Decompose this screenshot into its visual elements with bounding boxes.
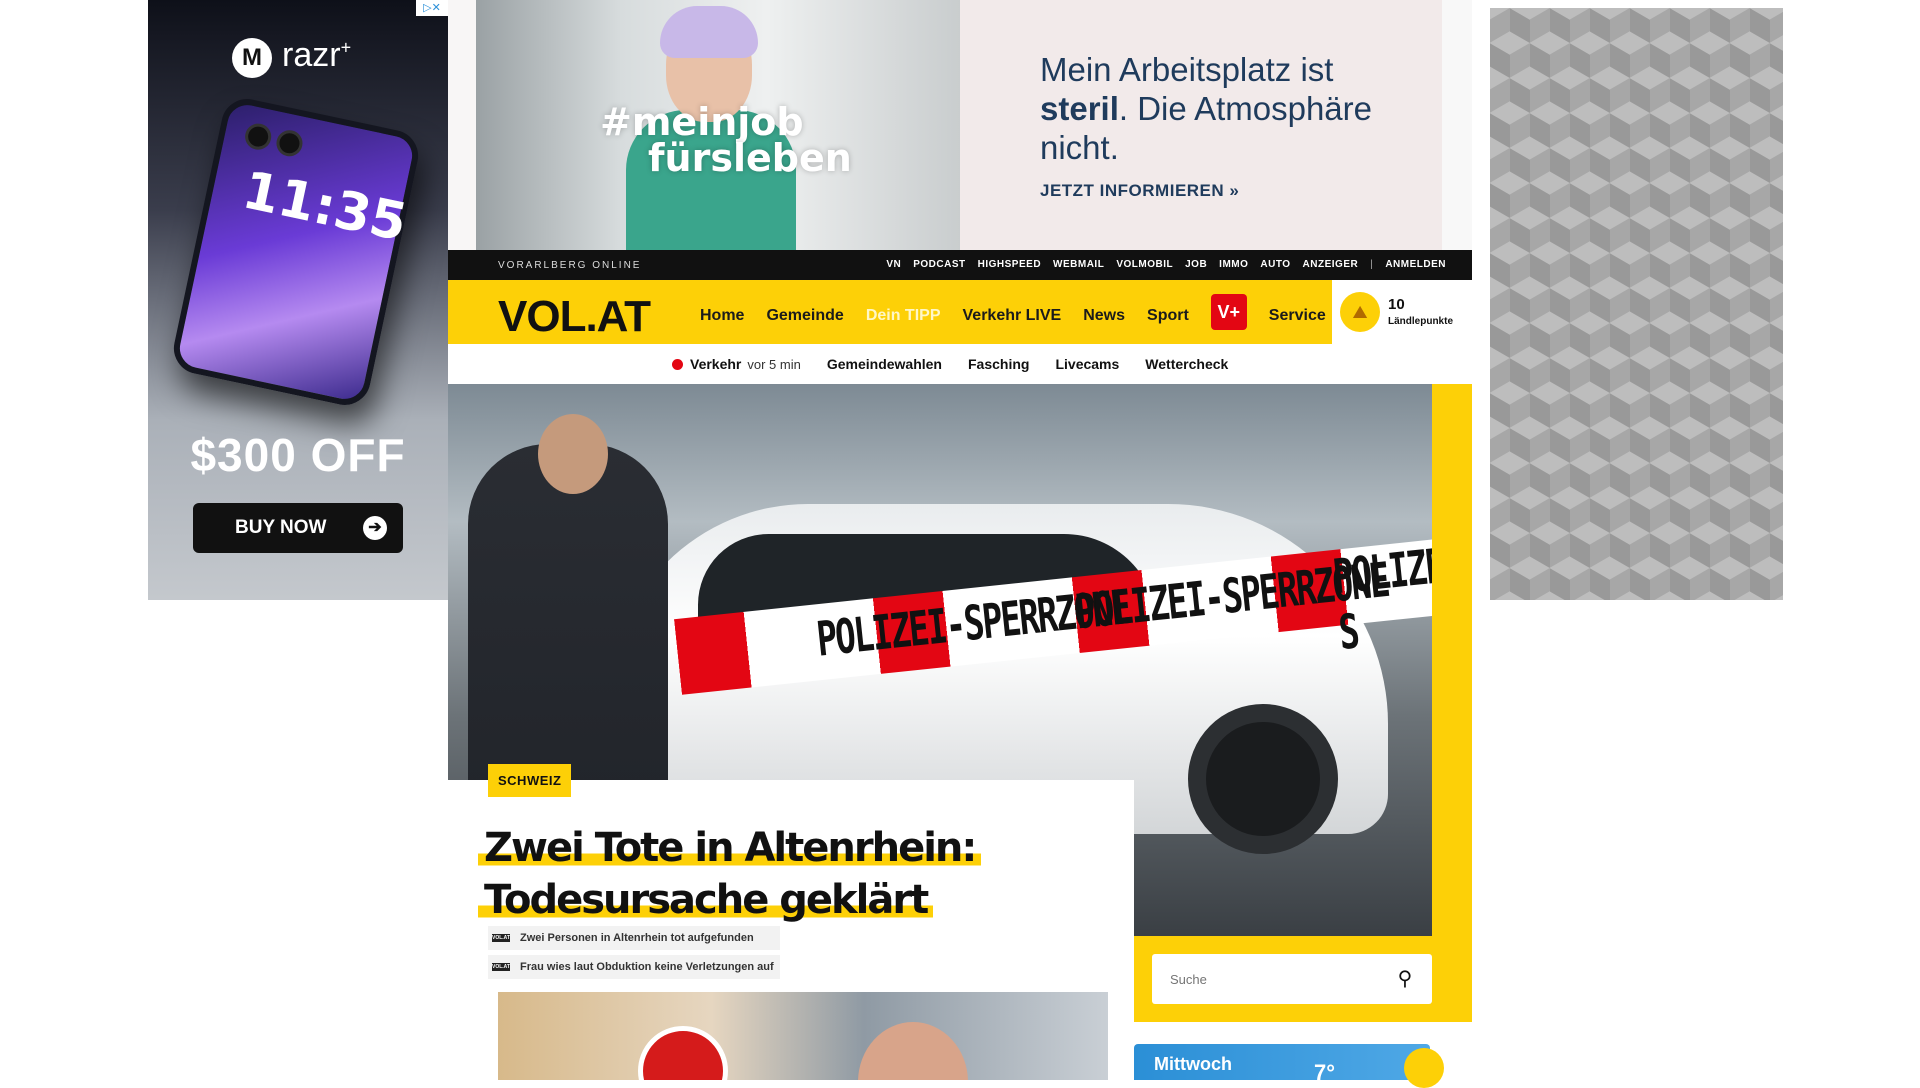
nav-items: Home Gemeinde Dein TIPP Verkehr LIVE New… xyxy=(700,294,1326,330)
phone-time: 11:35 xyxy=(237,160,412,254)
arrow-right-icon: ➔ xyxy=(363,516,387,540)
site-logo[interactable]: VOL.AT xyxy=(498,292,651,342)
weather-widget[interactable]: Mittwoch 7° xyxy=(1134,1044,1444,1088)
buy-now-label: BUY NOW xyxy=(235,517,327,538)
buy-now-button[interactable]: BUY NOW ➔ xyxy=(193,503,403,553)
utility-link-immo[interactable]: IMMO xyxy=(1219,259,1248,270)
related-link[interactable]: VOL.AT Frau wies laut Obduktion keine Ve… xyxy=(488,955,780,979)
subnav-item-verkehr[interactable]: Verkehr xyxy=(690,356,741,372)
search-icon[interactable]: ⚲ xyxy=(1390,964,1420,994)
hero-side-band xyxy=(1432,384,1472,936)
ad-cta-link[interactable]: JETZT INFORMIEREN » xyxy=(1040,181,1239,201)
nav-item-service[interactable]: Service xyxy=(1269,307,1326,325)
sub-navigation: Verkehr vor 5 min Gemeindewahlen Faschin… xyxy=(448,344,1472,384)
utility-link-podcast[interactable]: PODCAST xyxy=(913,259,965,270)
utility-links: VN PODCAST HIGHSPEED WEBMAIL VOLMOBIL JO… xyxy=(886,259,1446,270)
vplus-icon[interactable]: V+ xyxy=(1210,294,1247,330)
weather-day: Mittwoch xyxy=(1154,1054,1232,1074)
related-link-label: Frau wies laut Obduktion keine Verletzun… xyxy=(520,961,774,973)
ad-brand: razr+ xyxy=(282,36,352,74)
laendlepunkte-widget[interactable]: ⛰ 10 Ländlepunkte xyxy=(1332,280,1472,344)
sun-cloud-icon xyxy=(1404,1048,1444,1088)
tape-text: POLIZEI-S xyxy=(1330,534,1432,662)
nav-item-sport[interactable]: Sport xyxy=(1147,307,1189,325)
ad-headline: Mein Arbeitsplatz ist steril. Die Atmosp… xyxy=(1040,51,1372,166)
utility-link-webmail[interactable]: WEBMAIL xyxy=(1053,259,1104,270)
utility-link-highspeed[interactable]: HIGHSPEED xyxy=(978,259,1041,270)
nav-item-dein-tipp[interactable]: Dein TIPP xyxy=(866,307,941,325)
secondary-article-image[interactable] xyxy=(498,992,1108,1080)
search-panel: ⚲ xyxy=(1134,936,1472,1022)
officer-head xyxy=(538,414,608,494)
camera-icon xyxy=(242,121,274,153)
category-badge[interactable]: SCHWEIZ xyxy=(488,764,572,797)
motorola-skyscraper-ad[interactable]: ▷✕ M razr+ 11:35 $300 OFF BUY NOW ➔ xyxy=(148,0,448,600)
live-dot-icon xyxy=(672,358,683,370)
nurse-cap xyxy=(660,6,758,58)
ad-edge xyxy=(1442,0,1472,250)
utility-link-auto[interactable]: AUTO xyxy=(1260,259,1290,270)
ad-hashtag: #meinjob fürsleben xyxy=(600,100,852,180)
vol-badge-icon: VOL.AT xyxy=(492,934,510,942)
person-face xyxy=(858,1022,968,1080)
pattern-ad-placeholder[interactable] xyxy=(1490,8,1783,600)
nurse-photo: #meinjob fürsleben xyxy=(476,0,960,250)
main-navigation: VOL.AT Home Gemeinde Dein TIPP Verkehr L… xyxy=(448,280,1472,344)
subnav-item-fasching[interactable]: Fasching xyxy=(968,356,1029,372)
nav-item-home[interactable]: Home xyxy=(700,307,744,325)
site-label: VORARLBERG ONLINE xyxy=(498,260,642,271)
utility-link-job[interactable]: JOB xyxy=(1185,259,1207,270)
top-utility-bar: VORARLBERG ONLINE VN PODCAST HIGHSPEED W… xyxy=(448,250,1472,280)
phone-image: 11:35 xyxy=(169,94,423,410)
weather-temp: 7° xyxy=(1314,1060,1336,1085)
utility-link-anzeiger[interactable]: ANZEIGER xyxy=(1303,259,1359,270)
nav-item-gemeinde[interactable]: Gemeinde xyxy=(766,307,843,325)
ad-offer: $300 OFF xyxy=(190,429,406,481)
job-banner-ad[interactable]: #meinjob fürsleben Mein Arbeitsplatz ist… xyxy=(448,0,1472,250)
subnav-item-wettercheck[interactable]: Wettercheck xyxy=(1145,356,1228,372)
vol-badge-icon: VOL.AT xyxy=(492,963,510,971)
adchoices-icon[interactable]: ▷✕ xyxy=(416,0,448,16)
article-title[interactable]: Zwei Tote in Altenrhein: Todesursache ge… xyxy=(478,822,1118,926)
subnav-item-gemeindewahlen[interactable]: Gemeindewahlen xyxy=(827,356,942,372)
title-line: Todesursache geklärt xyxy=(478,877,934,923)
hashtag-line: fürsleben xyxy=(648,136,852,180)
nav-item-news[interactable]: News xyxy=(1083,307,1125,325)
utility-link-vn[interactable]: VN xyxy=(886,259,901,270)
title-line: Zwei Tote in Altenrhein: xyxy=(478,825,982,871)
nav-item-verkehr-live[interactable]: Verkehr LIVE xyxy=(963,307,1062,325)
verkehr-timestamp: vor 5 min xyxy=(747,356,801,372)
article-teaser[interactable]: SCHWEIZ Zwei Tote in Altenrhein: Todesur… xyxy=(448,764,1134,1080)
camera-icon xyxy=(274,127,305,159)
subnav-item-livecams[interactable]: Livecams xyxy=(1055,356,1119,372)
separator: | xyxy=(1370,259,1374,270)
utility-link-volmobil[interactable]: VOLMOBIL xyxy=(1116,259,1173,270)
points-label: Ländlepunkte xyxy=(1388,316,1454,327)
related-link[interactable]: VOL.AT Zwei Personen in Altenrhein tot a… xyxy=(488,926,780,950)
car-wheel xyxy=(1188,704,1338,854)
related-link-label: Zwei Personen in Altenrhein tot aufgefun… xyxy=(520,932,754,944)
motorola-logo-icon: M xyxy=(232,38,272,78)
no-entry-sign xyxy=(638,1026,728,1080)
points-value: 10 xyxy=(1388,296,1405,313)
mountain-coin-icon: ⛰ xyxy=(1340,292,1380,332)
hashtag-line: #meinjob xyxy=(600,100,804,144)
login-link[interactable]: ANMELDEN xyxy=(1385,259,1446,270)
article-bullets: VOL.AT Zwei Personen in Altenrhein tot a… xyxy=(488,926,780,984)
subnav-items: Verkehr vor 5 min Gemeindewahlen Faschin… xyxy=(672,356,1228,372)
